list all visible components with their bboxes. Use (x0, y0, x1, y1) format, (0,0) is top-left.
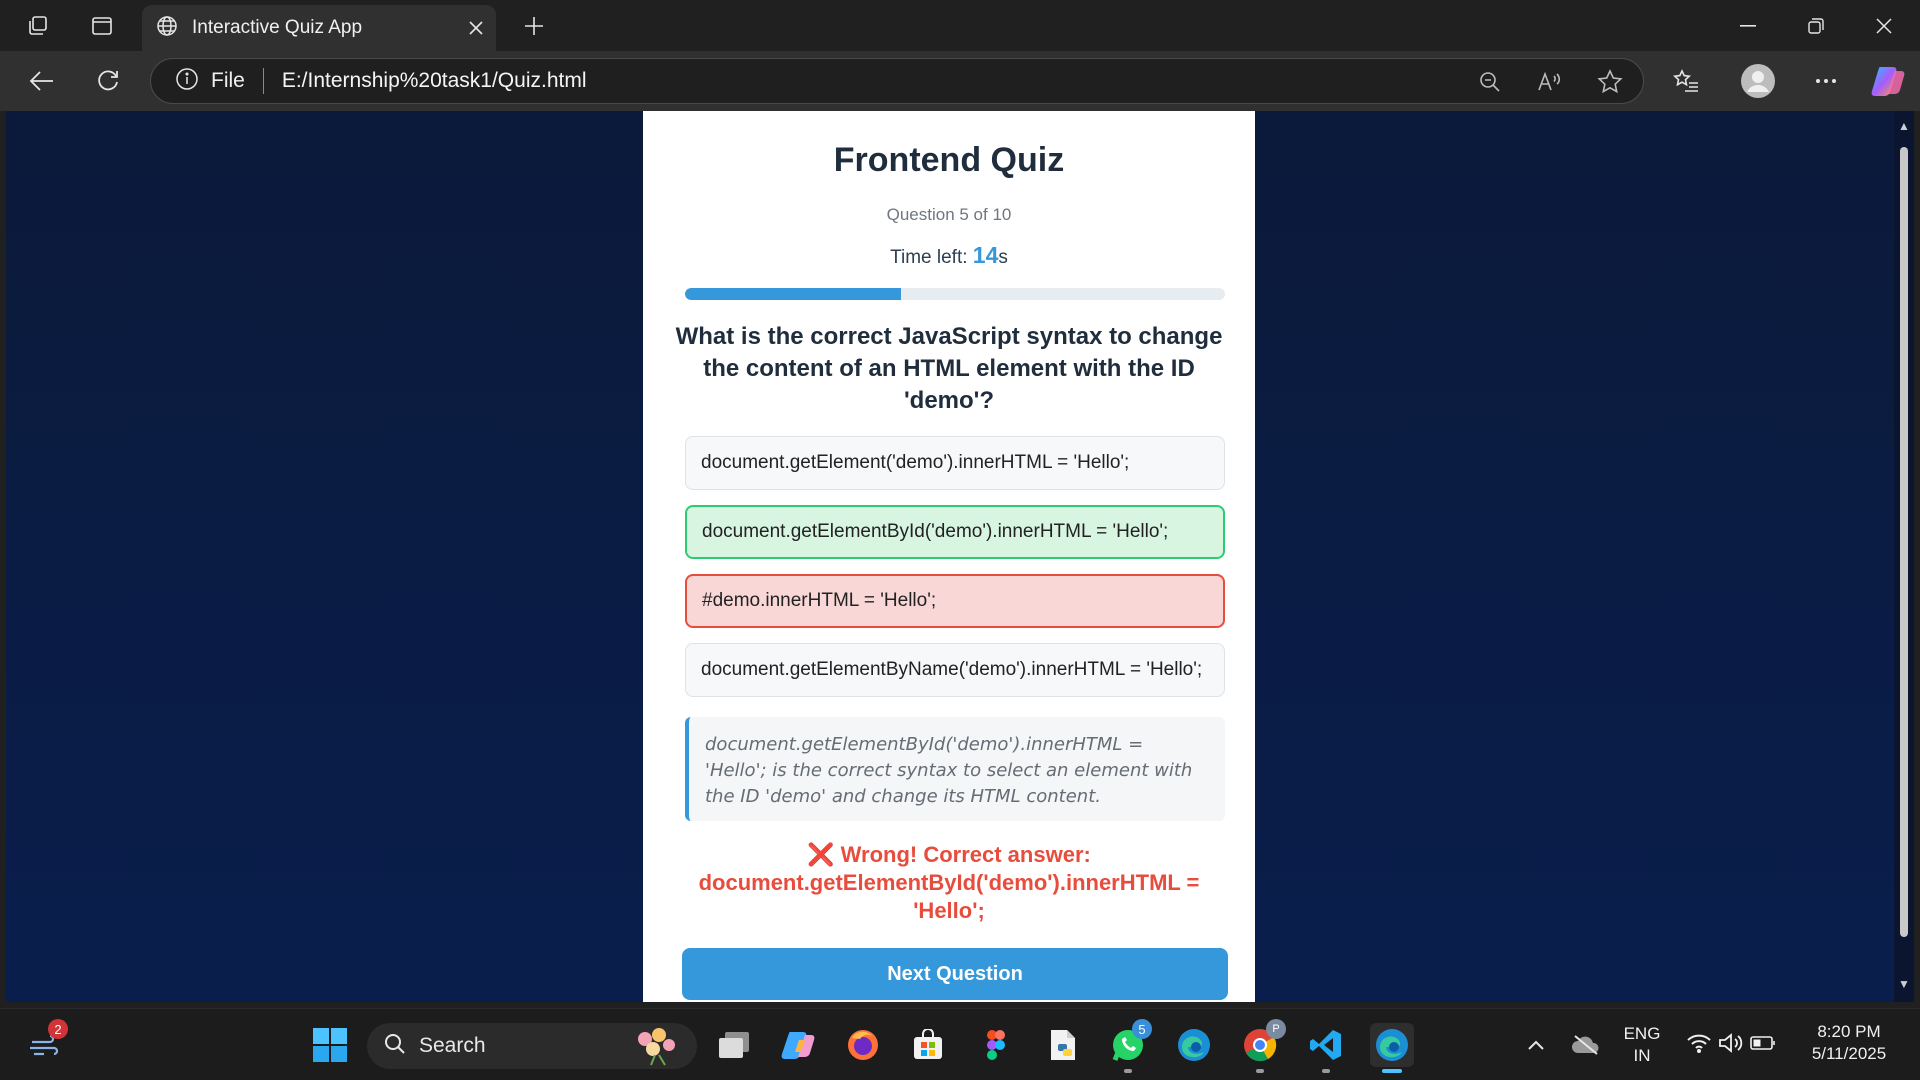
info-icon[interactable] (175, 67, 199, 96)
timer-label: Time left: (890, 247, 973, 268)
figma-icon[interactable] (974, 1023, 1018, 1067)
clock-date: 5/11/2025 (1811, 1044, 1887, 1063)
show-hidden-icons-chevron-icon[interactable] (1514, 1023, 1558, 1067)
edge-icon[interactable] (1172, 1023, 1216, 1067)
restore-icon[interactable] (1794, 8, 1838, 44)
running-indicator (1256, 1069, 1264, 1073)
vertical-scrollbar[interactable]: ▲ ▼ (1894, 111, 1914, 1002)
quiz-card: Frontend Quiz Question 5 of 10 Time left… (643, 111, 1255, 1002)
scroll-down-icon[interactable]: ▼ (1897, 977, 1911, 991)
wifi-icon (1686, 1033, 1712, 1058)
scroll-thumb[interactable] (1900, 147, 1908, 937)
address-url[interactable]: E:/Internship%20task1/Quiz.html (282, 69, 587, 93)
region-code: IN (1633, 1046, 1651, 1065)
answer-option[interactable]: document.getElementByName('demo').innerH… (685, 643, 1225, 697)
vscode-icon[interactable] (1304, 1023, 1348, 1073)
more-options-icon[interactable] (1806, 61, 1846, 101)
running-indicator (1322, 1069, 1330, 1073)
language-indicator[interactable]: ENG IN (1612, 1023, 1672, 1067)
taskbar-search[interactable]: Search (367, 1023, 697, 1069)
option-text: document.getElementByName('demo').innerH… (701, 659, 1203, 680)
firefox-icon[interactable] (841, 1023, 885, 1067)
search-placeholder: Search (419, 1034, 486, 1057)
timer-value: 14 (972, 242, 999, 268)
start-windows-icon[interactable] (308, 1023, 352, 1067)
answer-option[interactable]: document.getElement('demo').innerHTML = … (685, 436, 1225, 490)
copilot-app-icon[interactable] (776, 1023, 820, 1067)
taskbar: 2 Search 5 P ENG IN 8:20 PM 5/11/2025 (0, 1008, 1920, 1080)
close-window-icon[interactable] (1862, 8, 1906, 44)
favorite-star-icon[interactable] (1593, 65, 1627, 99)
browser-tab[interactable]: Interactive Quiz App (142, 5, 496, 51)
tab-actions-icon[interactable] (82, 8, 122, 44)
globe-icon (156, 15, 178, 42)
microsoft-store-icon[interactable] (906, 1023, 950, 1067)
zoom-out-icon[interactable] (1473, 65, 1507, 99)
whatsapp-icon[interactable]: 5 (1106, 1019, 1152, 1073)
active-indicator (1382, 1069, 1402, 1073)
question-text: What is the correct JavaScript syntax to… (675, 323, 1223, 414)
tab-bar: Interactive Quiz App (0, 0, 1920, 51)
question-counter: Question 5 of 10 (886, 205, 1012, 224)
profile-avatar-icon[interactable] (1736, 59, 1780, 103)
timer: Time left: 14s (643, 242, 1255, 269)
chrome-profile-badge-icon: P (1266, 1019, 1286, 1039)
python-file-icon[interactable] (1041, 1023, 1085, 1067)
language-code: ENG (1623, 1024, 1661, 1043)
page-viewport: Frontend Quiz Question 5 of 10 Time left… (6, 111, 1894, 1002)
task-view-icon[interactable] (712, 1023, 756, 1067)
option-text: document.getElement('demo').innerHTML = … (701, 452, 1130, 473)
progress-fill (685, 288, 901, 300)
whatsapp-badge: 5 (1132, 1019, 1152, 1039)
timer-unit: s (998, 247, 1008, 268)
address-separator (262, 68, 264, 94)
option-text: #demo.innerHTML = 'Hello'; (702, 590, 937, 611)
answer-option-correct[interactable]: document.getElementById('demo').innerHTM… (685, 505, 1225, 559)
feedback-message: ❌ Wrong! Correct answer: document.getEle… (698, 842, 1200, 923)
system-status-tray[interactable] (1676, 1023, 1786, 1067)
close-tab-icon[interactable] (456, 8, 496, 48)
address-scheme: File (211, 69, 245, 92)
read-aloud-icon[interactable] (1533, 65, 1567, 99)
edge-active-icon[interactable] (1370, 1023, 1414, 1073)
onedrive-offline-icon[interactable] (1564, 1023, 1608, 1067)
next-question-button[interactable]: Next Question (682, 948, 1228, 1000)
answer-option-wrong[interactable]: #demo.innerHTML = 'Hello'; (685, 574, 1225, 628)
volume-icon (1718, 1032, 1744, 1059)
minimize-icon[interactable] (1726, 8, 1770, 44)
running-indicator (1124, 1069, 1132, 1073)
address-bar[interactable]: File E:/Internship%20task1/Quiz.html (150, 58, 1644, 104)
clock-time: 8:20 PM (1817, 1022, 1881, 1041)
progress-bar (685, 288, 1225, 300)
clock[interactable]: 8:20 PM 5/11/2025 (1794, 1021, 1904, 1065)
battery-icon (1750, 1035, 1776, 1056)
widgets-badge: 2 (48, 1019, 68, 1039)
tab-title: Interactive Quiz App (192, 17, 363, 38)
workspaces-icon[interactable] (18, 8, 58, 44)
option-text: document.getElementById('demo').innerHTM… (702, 521, 1169, 542)
flowers-icon (629, 1025, 685, 1072)
favorites-icon[interactable] (1666, 61, 1706, 101)
widgets-icon[interactable]: 2 (24, 1019, 68, 1067)
chrome-icon[interactable]: P (1238, 1019, 1286, 1073)
browser-toolbar: File E:/Internship%20task1/Quiz.html (0, 51, 1920, 111)
explanation-box: document.getElementById('demo').innerHTM… (685, 717, 1225, 821)
scroll-up-icon[interactable]: ▲ (1897, 119, 1911, 133)
copilot-icon[interactable] (1866, 59, 1910, 103)
quiz-title: Frontend Quiz (833, 141, 1065, 179)
search-icon (383, 1032, 407, 1061)
back-icon[interactable] (22, 61, 62, 101)
refresh-icon[interactable] (88, 61, 128, 101)
new-tab-icon[interactable] (514, 8, 554, 44)
